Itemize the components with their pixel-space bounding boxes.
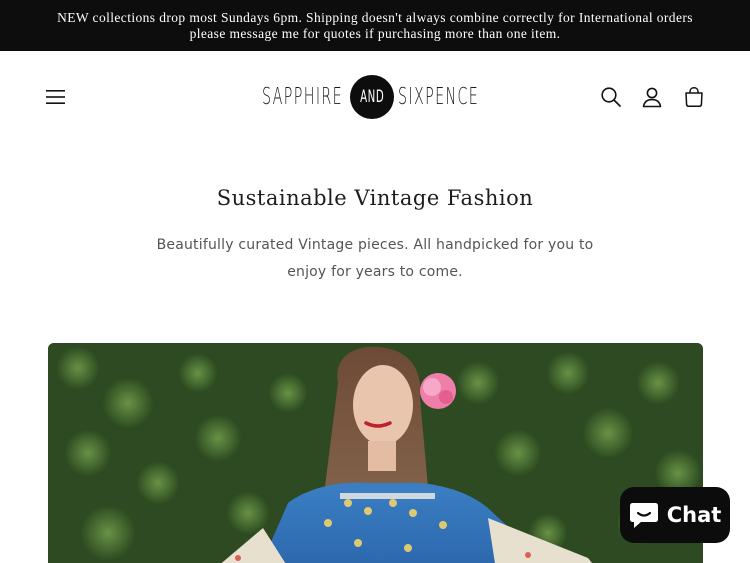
account-icon: [642, 87, 662, 108]
search-icon: [601, 87, 621, 107]
announcement-bar: NEW collections drop most Sundays 6pm. S…: [0, 0, 750, 51]
logo-word-right: SIXPENCE: [398, 84, 480, 110]
cart-icon: [685, 87, 703, 107]
logo-word-left: SAPPHIRE: [262, 84, 344, 110]
chat-button[interactable]: Chat: [620, 487, 730, 543]
site-logo[interactable]: SAPPHIRE AND SIXPENCE: [262, 73, 488, 121]
intro-section: Sustainable Vintage Fashion Beautifully …: [0, 146, 750, 286]
hero-image: [48, 343, 703, 563]
hamburger-menu-icon: [46, 90, 65, 104]
site-header: SAPPHIRE AND SIXPENCE: [0, 51, 750, 146]
announcement-text: NEW collections drop most Sundays 6pm. S…: [57, 9, 693, 41]
hero-photo: [48, 343, 703, 563]
search-button[interactable]: [597, 83, 625, 111]
account-button[interactable]: [638, 83, 666, 111]
menu-button[interactable]: [40, 81, 72, 113]
logo-word-center: AND: [359, 87, 385, 107]
cart-button[interactable]: [680, 83, 708, 111]
chat-label: Chat: [666, 503, 722, 527]
logo-circle: AND: [350, 75, 394, 119]
chat-bubble-icon: [629, 503, 658, 528]
page-title: Sustainable Vintage Fashion: [216, 186, 534, 210]
intro-description: Beautifully curated Vintage pieces. All …: [156, 237, 594, 280]
